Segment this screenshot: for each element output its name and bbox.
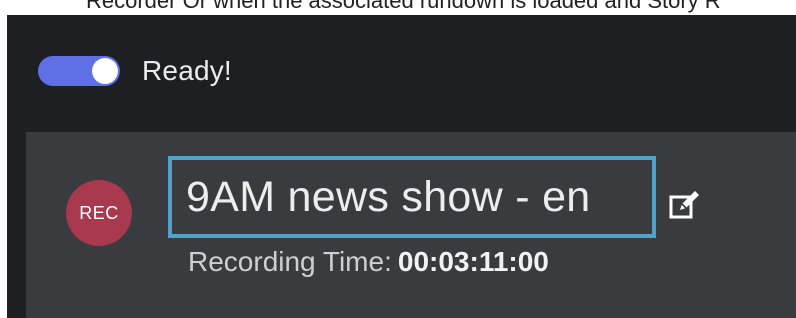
screenshot-root: Recorder Or when the associated rundown …: [0, 0, 796, 318]
ready-status-label: Ready!: [142, 55, 232, 86]
recording-title-field[interactable]: 9AM news show - en: [168, 156, 656, 238]
edit-title-button[interactable]: [668, 188, 702, 222]
edit-icon: [669, 191, 699, 219]
recording-time-label: Recording Time:: [188, 246, 392, 277]
recording-time: Recording Time: 00:03:11:00: [188, 246, 549, 286]
document-caption: Recorder Or when the associated rundown …: [86, 0, 721, 13]
toggle-knob: [92, 58, 118, 84]
rec-badge: REC: [66, 180, 132, 246]
recording-title-text: 9AM news show - en: [186, 172, 591, 221]
ready-status-row: Ready!: [38, 47, 232, 95]
ready-toggle[interactable]: [38, 56, 120, 86]
recording-time-value: 00:03:11:00: [397, 246, 549, 277]
